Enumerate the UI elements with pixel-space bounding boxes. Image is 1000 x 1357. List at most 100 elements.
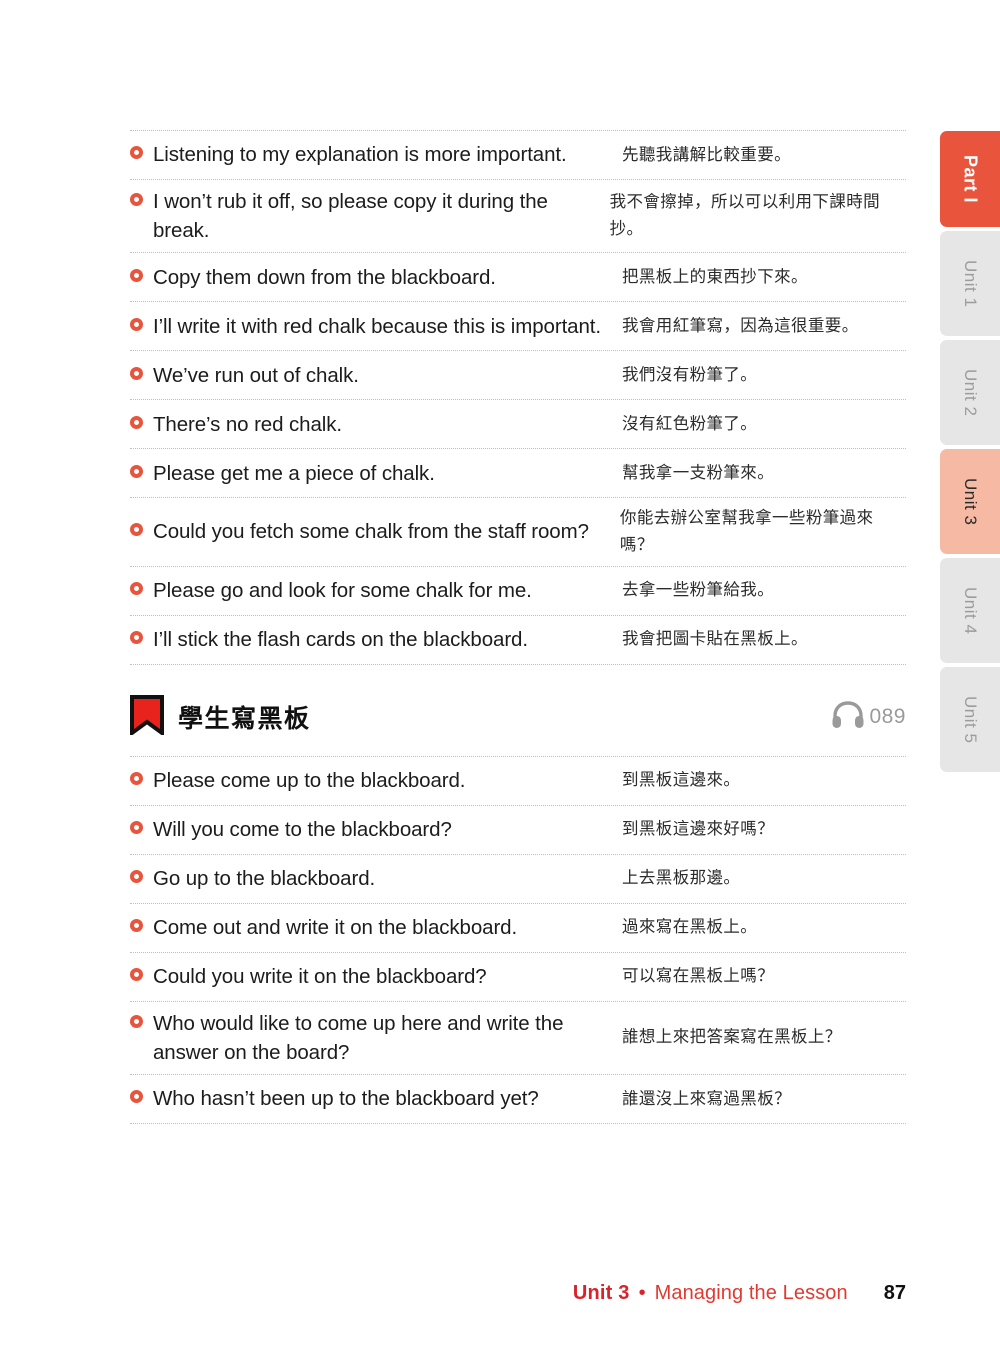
page-root: Part I Unit 1 Unit 2 Unit 3 Unit 4 Unit … (0, 0, 1000, 1357)
english-cell: I won’t rub it off, so please copy it du… (130, 187, 610, 245)
ring-bullet-icon (130, 968, 143, 982)
ring-bullet-icon (130, 415, 143, 429)
chinese-translation: 先聽我講解比較重要。 (622, 144, 791, 164)
chinese-translation: 把黑板上的東西抄下來。 (622, 266, 808, 286)
english-phrase: Who hasn’t been up to the blackboard yet… (153, 1087, 539, 1111)
chinese-translation: 沒有紅色粉筆了。 (622, 413, 758, 433)
english-cell: Come out and write it on the blackboard. (130, 913, 622, 942)
table-row: Go up to the blackboard. 上去黑板那邊。 (130, 855, 906, 903)
side-tab-unit-2[interactable]: Unit 2 (940, 340, 1000, 445)
phrase-section-2: Please come up to the blackboard. 到黑板這邊來… (130, 755, 906, 1124)
track-number: 089 (869, 705, 906, 729)
table-row: I’ll write it with red chalk because thi… (130, 302, 906, 350)
side-tab-label: Unit 5 (961, 695, 980, 744)
table-row: Please come up to the blackboard. 到黑板這邊來… (130, 757, 906, 805)
table-row: Could you fetch some chalk from the staf… (130, 498, 906, 565)
footer-unit-label: Unit 3 (572, 1282, 630, 1304)
english-cell: Please go and look for some chalk for me… (130, 576, 622, 605)
chinese-translation: 我會用紅筆寫，因為這很重要。 (622, 315, 859, 335)
chinese-translation: 我不會擦掉，所以可以利用下課時間抄。 (609, 192, 881, 239)
english-cell: Who would like to come up here and write… (130, 1009, 622, 1067)
ring-bullet-icon (130, 366, 143, 380)
english-phrase: Could you write it on the blackboard? (153, 965, 487, 989)
chinese-translation: 我們沒有粉筆了。 (622, 364, 758, 384)
english-cell: Will you come to the blackboard? (130, 815, 622, 844)
chinese-translation: 到黑板這邊來。 (622, 770, 741, 790)
table-row: Who hasn’t been up to the blackboard yet… (130, 1075, 906, 1123)
english-phrase: Please come up to the blackboard. (153, 769, 466, 793)
table-row: Could you write it on the blackboard? 可以… (130, 953, 906, 1001)
table-row: Copy them down from the blackboard. 把黑板上… (130, 253, 906, 301)
section-header: 學生寫黑板 089 (130, 665, 906, 756)
ring-bullet-icon (130, 1014, 143, 1028)
english-cell: Listening to my explanation is more impo… (130, 140, 622, 169)
side-tab-part-1[interactable]: Part I (940, 131, 1000, 227)
english-cell: Could you fetch some chalk from the staf… (130, 517, 620, 546)
footer-section-title: Managing the Lesson (654, 1282, 848, 1304)
chinese-translation: 你能去辦公室幫我拿一些粉筆過來嗎？ (619, 508, 874, 554)
chinese-translation: 過來寫在黑板上。 (622, 917, 758, 937)
english-cell: Please get me a piece of chalk. (130, 459, 622, 488)
side-tab-label: Unit 3 (961, 477, 980, 526)
ring-bullet-icon (130, 870, 143, 884)
ring-bullet-icon (130, 464, 143, 478)
audio-track-marker: 089 (831, 700, 906, 735)
ring-bullet-icon (130, 919, 143, 933)
page-number: 87 (883, 1282, 906, 1304)
chinese-translation: 去拿一些粉筆給我。 (622, 580, 775, 600)
side-tab-unit-1[interactable]: Unit 1 (940, 231, 1000, 336)
side-tab-label: Unit 4 (961, 586, 980, 635)
phrase-content: Listening to my explanation is more impo… (130, 130, 906, 1124)
ring-bullet-icon (130, 146, 143, 160)
ring-bullet-icon (130, 821, 143, 835)
english-phrase: I’ll write it with red chalk because thi… (153, 314, 601, 338)
english-phrase: Please go and look for some chalk for me… (153, 579, 532, 603)
ring-bullet-icon (130, 582, 143, 596)
english-cell: I’ll stick the flash cards on the blackb… (130, 625, 622, 654)
table-row: Will you come to the blackboard? 到黑板這邊來好… (130, 806, 906, 854)
page-footer: Unit 3 • Managing the Lesson 87 (130, 1282, 906, 1305)
table-row: Please get me a piece of chalk. 幫我拿一支粉筆來… (130, 449, 906, 497)
english-cell: We’ve run out of chalk. (130, 361, 622, 390)
english-phrase: Listening to my explanation is more impo… (153, 143, 567, 167)
side-tab-unit-3[interactable]: Unit 3 (940, 449, 1000, 554)
english-phrase: Will you come to the blackboard? (153, 818, 452, 842)
side-tab-label: Unit 1 (961, 259, 980, 308)
chinese-translation: 上去黑板那邊。 (622, 868, 741, 888)
english-cell: Copy them down from the blackboard. (130, 263, 622, 292)
english-phrase: We’ve run out of chalk. (153, 363, 359, 387)
section-title: 學生寫黑板 (178, 704, 311, 734)
english-cell: Please come up to the blackboard. (130, 766, 622, 795)
side-tab-label: Unit 2 (961, 368, 980, 417)
english-cell: Could you write it on the blackboard? (130, 962, 622, 991)
english-cell: Go up to the blackboard. (130, 864, 622, 893)
table-row: Please go and look for some chalk for me… (130, 567, 906, 615)
english-phrase: Could you fetch some chalk from the staf… (153, 520, 589, 544)
table-row: Come out and write it on the blackboard.… (130, 904, 906, 952)
chinese-translation: 到黑板這邊來好嗎？ (622, 819, 775, 839)
side-tab-label: Part I (960, 154, 981, 204)
footer-separator: • (638, 1282, 646, 1304)
chinese-translation: 我會把圖卡貼在黑板上。 (622, 629, 808, 649)
phrase-section-1: Listening to my explanation is more impo… (130, 130, 906, 665)
row-divider (130, 1122, 906, 1124)
ring-bullet-icon (130, 193, 143, 206)
english-phrase: Please get me a piece of chalk. (153, 461, 435, 485)
table-row: We’ve run out of chalk. 我們沒有粉筆了。 (130, 351, 906, 399)
english-phrase: Come out and write it on the blackboard. (153, 916, 518, 940)
ring-bullet-icon (130, 772, 143, 786)
table-row: I won’t rub it off, so please copy it du… (130, 180, 906, 252)
english-cell: There’s no red chalk. (130, 410, 622, 439)
side-tab-unit-4[interactable]: Unit 4 (940, 558, 1000, 663)
side-tab-unit-5[interactable]: Unit 5 (940, 667, 1000, 772)
section-header-left: 學生寫黑板 (130, 694, 311, 740)
ring-bullet-icon (130, 317, 143, 331)
chinese-translation: 誰想上來把答案寫在黑板上？ (622, 1027, 842, 1047)
english-cell: I’ll write it with red chalk because thi… (130, 312, 622, 341)
ring-bullet-icon (130, 631, 143, 645)
table-row: I’ll stick the flash cards on the blackb… (130, 616, 906, 664)
table-row: Listening to my explanation is more impo… (130, 131, 906, 179)
english-phrase: Who would like to come up here and write… (153, 1011, 564, 1064)
chinese-translation: 誰還沒上來寫過黑板？ (622, 1088, 791, 1108)
chinese-translation: 幫我拿一支粉筆來。 (622, 462, 775, 482)
